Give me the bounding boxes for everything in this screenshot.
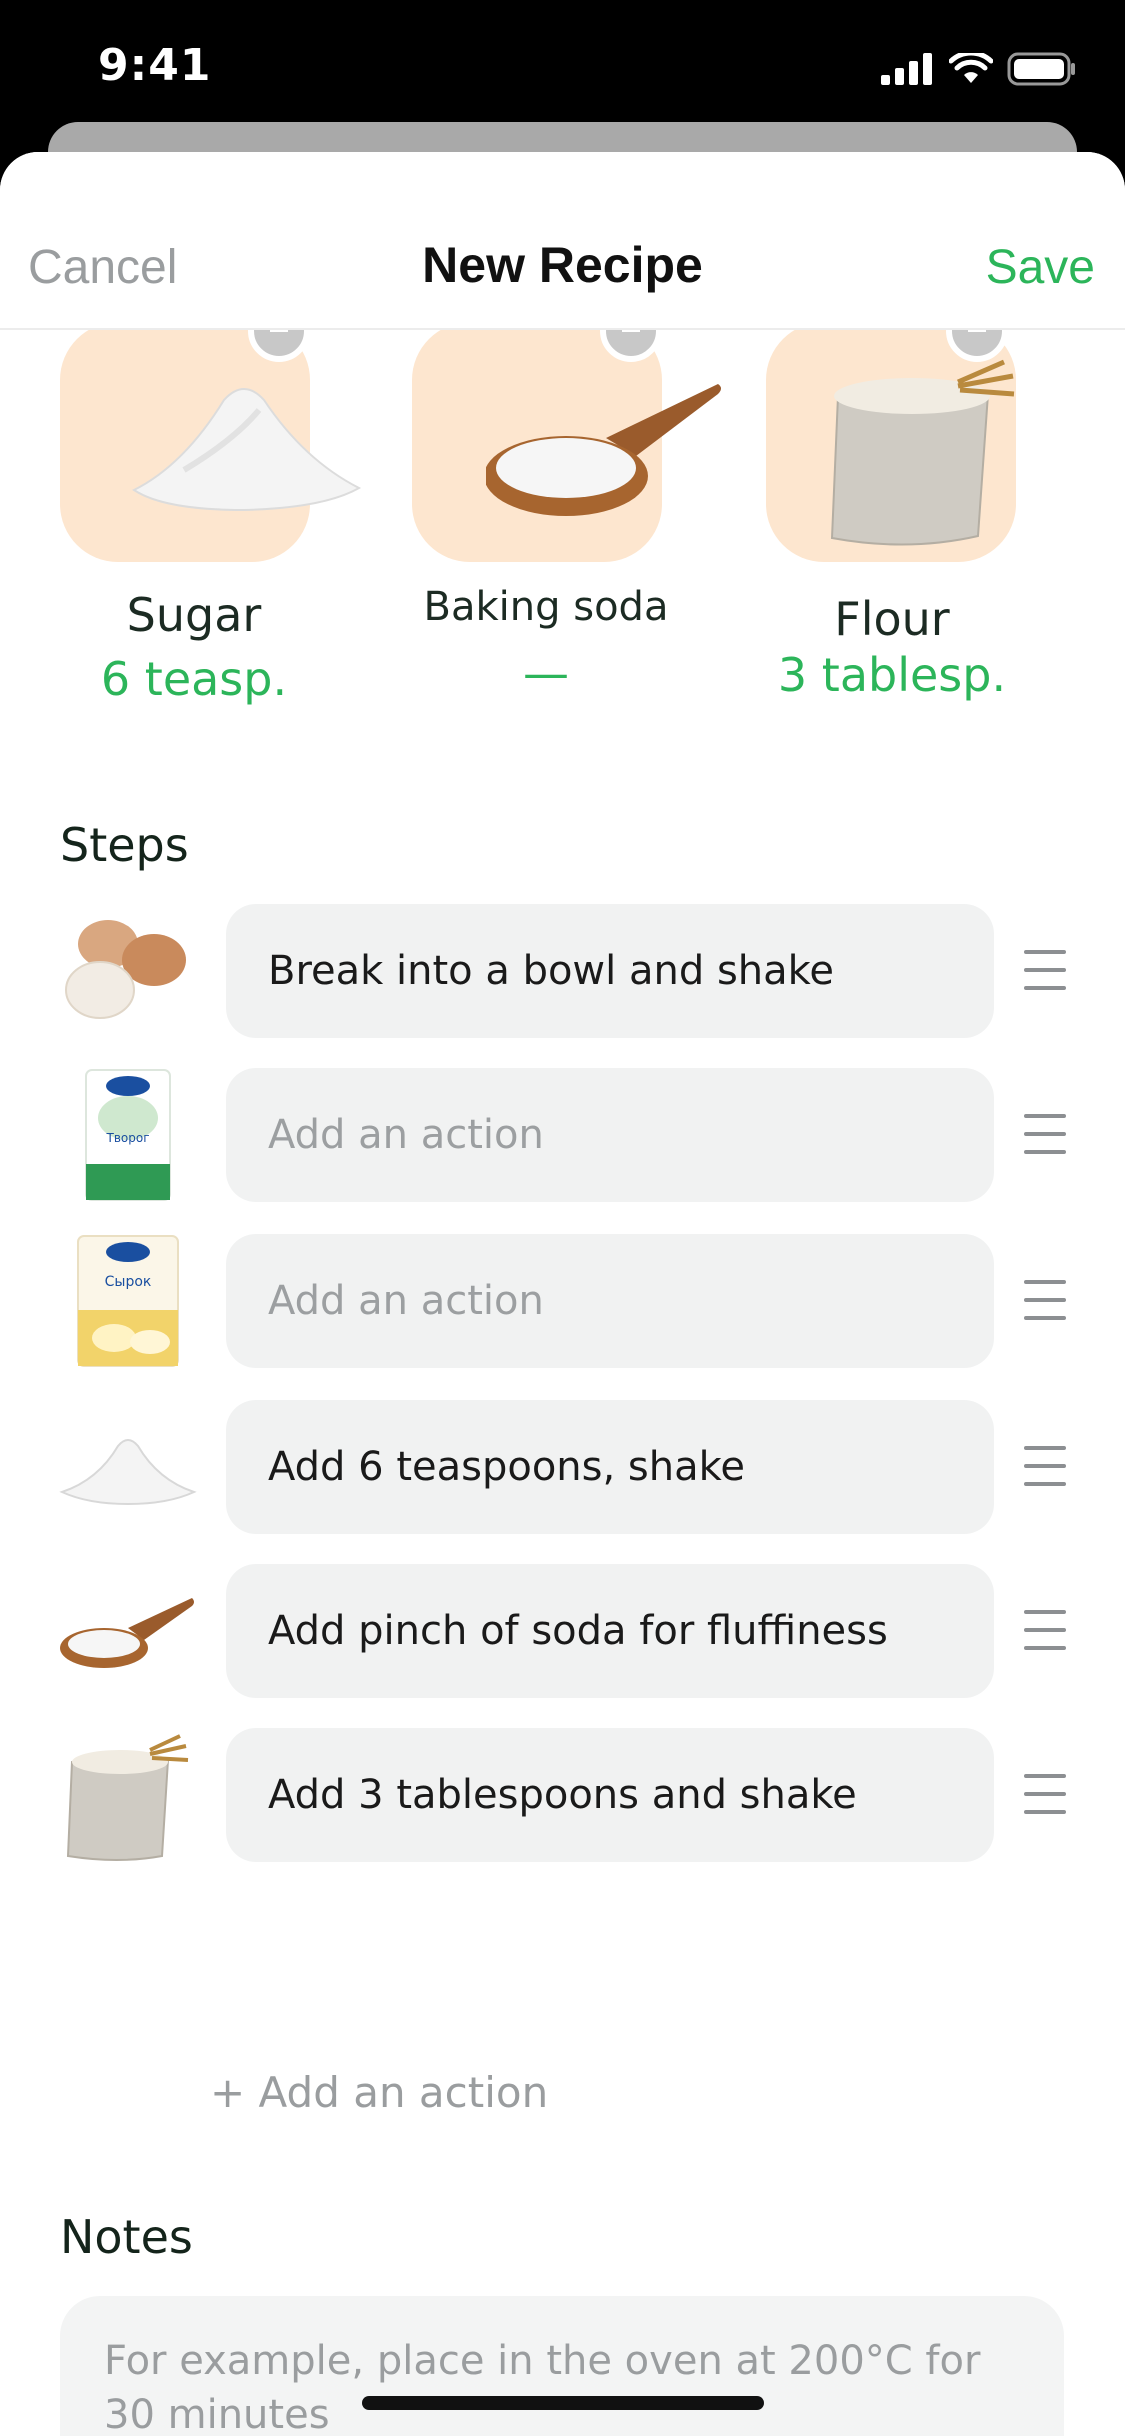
step-input[interactable]: Add an action	[226, 1068, 994, 1202]
baking-soda-image	[486, 384, 721, 516]
add-action-button[interactable]: + Add an action	[210, 2068, 548, 2117]
ingredient-amount: 6 teasp.	[100, 652, 288, 706]
ingredient-amount: 3 tablesp.	[777, 648, 1007, 702]
notes-input[interactable]: For example, place in the oven at 200°C …	[60, 2296, 1064, 2436]
pack-label: Сырок	[105, 1274, 152, 1290]
pack-label: Творог	[105, 1131, 149, 1145]
status-bar: 9:41	[0, 0, 1125, 140]
eggs-image	[65, 920, 186, 1019]
step-row: Add 6 teaspoons, shake	[0, 1400, 1125, 1534]
drag-handle-icon[interactable]	[1024, 1280, 1066, 1324]
step-input[interactable]: Add an action	[226, 1234, 994, 1368]
cottage-cheese-pack-image: Творог	[85, 1069, 171, 1201]
drag-handle-icon[interactable]	[1024, 1114, 1066, 1158]
step-row: Add 3 tablespoons and shake	[0, 1728, 1125, 1862]
step-row: Творог Add an action	[0, 1068, 1125, 1202]
ingredient-name: Baking soda	[423, 584, 669, 630]
sugar-image	[59, 1439, 197, 1506]
ingredient-card[interactable]: Flour 3 tablesp.	[722, 300, 1062, 890]
flour-image	[66, 1734, 189, 1861]
cheese-curd-pack-image: Сырок	[77, 1235, 179, 1367]
drag-handle-icon[interactable]	[1024, 1446, 1066, 1490]
drag-handle-icon[interactable]	[1024, 1774, 1066, 1818]
ingredient-name: Sugar	[126, 588, 262, 642]
save-button[interactable]: Save	[986, 240, 1095, 295]
steps-title: Steps	[60, 818, 189, 872]
ingredient-card[interactable]: Baking soda —	[376, 300, 721, 890]
status-icons	[881, 52, 1077, 86]
nav-bar: Cancel New Recipe Save	[0, 152, 1125, 330]
drag-handle-icon[interactable]	[1024, 950, 1066, 994]
home-indicator	[362, 2396, 764, 2410]
ingredient-card[interactable]: Sugar 6 teasp.	[24, 300, 364, 890]
step-row: Break into a bowl and shake	[0, 904, 1125, 1038]
ingredient-name: Flour	[834, 592, 950, 646]
ingredient-amount: —	[523, 646, 569, 700]
sugar-image	[132, 388, 362, 512]
step-row: Add pinch of soda for fluffiness	[0, 1564, 1125, 1698]
notes-title: Notes	[60, 2210, 193, 2264]
step-input[interactable]: Add 3 tablespoons and shake	[226, 1728, 994, 1862]
status-time: 9:41	[98, 40, 212, 91]
drag-handle-icon[interactable]	[1024, 1610, 1066, 1654]
step-row: Сырок Add an action	[0, 1234, 1125, 1368]
ingredient-list: Sugar 6 teasp. Baking soda — Flour 3 tab…	[0, 300, 1125, 890]
page-title: New Recipe	[422, 237, 703, 293]
signal-icon	[881, 53, 932, 85]
flour-image	[830, 359, 1015, 546]
step-input[interactable]: Add pinch of soda for fluffiness	[226, 1564, 994, 1698]
baking-soda-image	[60, 1598, 194, 1668]
step-input[interactable]: Break into a bowl and shake	[226, 904, 994, 1038]
wifi-icon	[949, 53, 993, 83]
step-input[interactable]: Add 6 teaspoons, shake	[226, 1400, 994, 1534]
battery-icon	[1007, 52, 1075, 86]
recipe-sheet: Cancel New Recipe Save Sugar 6 teasp. Ba…	[0, 152, 1125, 2436]
